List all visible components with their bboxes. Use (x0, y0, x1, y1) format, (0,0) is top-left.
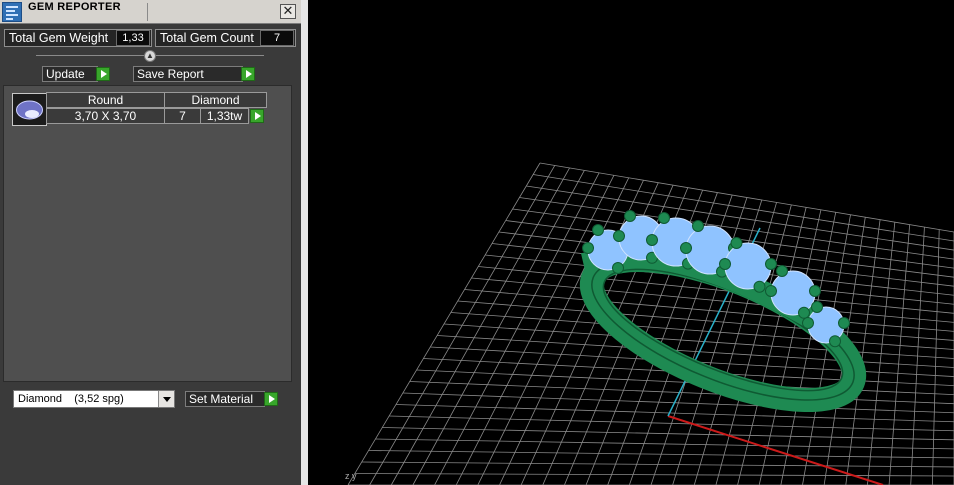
gem-list: Round Diamond 3,70 X 3,70 7 1,33tw (3, 85, 292, 382)
panel-divider[interactable] (301, 0, 308, 485)
gem-prong (765, 258, 777, 270)
gem-prong (692, 220, 704, 232)
gem-prong (798, 306, 810, 319)
ring-model (579, 210, 867, 412)
grid-line (389, 415, 954, 432)
gem-prong (730, 237, 743, 249)
update-go-icon[interactable] (96, 67, 110, 81)
chevron-down-icon[interactable] (158, 391, 174, 407)
gem-stone (724, 242, 772, 290)
gem-prong (646, 234, 658, 246)
gem-reporter-panel: GEM REPORTER ✕ Total Gem Weight 1,33 Tot… (0, 0, 301, 485)
gem-reporter-app-icon (2, 2, 22, 22)
gem-prong (811, 301, 823, 313)
gem-prong (680, 242, 692, 254)
gem-row-go-icon[interactable] (250, 109, 264, 123)
gem-prong (776, 265, 788, 277)
title-separator (147, 3, 148, 21)
ground-grid (347, 162, 954, 485)
title-bar: GEM REPORTER ✕ (0, 0, 301, 24)
grid-line (888, 224, 911, 485)
set-material-go-icon[interactable] (264, 392, 278, 406)
gem-prong (612, 262, 624, 274)
material-select-value: Diamond (3,52 spg) (18, 393, 124, 405)
window-title: GEM REPORTER (28, 1, 121, 13)
grid-line (382, 427, 954, 441)
viewport-canvas (347, 162, 954, 485)
gem-prong (809, 285, 821, 297)
material-select[interactable]: Diamond (3,52 spg) (13, 390, 175, 408)
gem-type-cell: Diamond (164, 92, 267, 108)
grid-line (409, 381, 954, 405)
grid-line (758, 209, 822, 485)
grid-line (368, 450, 954, 459)
gem-count-cell: 7 (164, 108, 201, 124)
gem-prong (753, 280, 766, 293)
set-material-button[interactable]: Set Material (185, 391, 265, 407)
gem-prong (838, 317, 850, 329)
gem-prong (592, 224, 604, 236)
gem-prong (829, 335, 841, 348)
round-gem-thumbnail-icon[interactable] (12, 93, 47, 126)
3d-viewport[interactable]: z y (308, 0, 954, 485)
gem-prong (658, 212, 670, 224)
gem-shape-cell: Round (46, 92, 165, 108)
save-report-button[interactable]: Save Report (133, 66, 243, 82)
gem-stone (770, 270, 816, 316)
gem-weight-cell: 1,33tw (200, 108, 249, 124)
grid-line (375, 438, 954, 450)
gem-prong (624, 210, 636, 222)
total-gem-weight-value: 1,33 (116, 30, 150, 46)
gem-prong (582, 242, 594, 254)
total-gem-count-value: 7 (260, 30, 294, 46)
axis-triad-label: z y (345, 471, 357, 481)
close-icon[interactable]: ✕ (280, 4, 296, 19)
gem-prong (765, 285, 777, 297)
gem-prong (802, 317, 814, 329)
grid-line (867, 222, 896, 485)
gem-size-cell: 3,70 X 3,70 (46, 108, 165, 124)
update-button[interactable]: Update (42, 66, 98, 82)
gem-prong (613, 230, 625, 242)
grid-line (361, 461, 954, 468)
save-report-go-icon[interactable] (241, 67, 255, 81)
panel-splitter-handle[interactable]: ▲ (144, 50, 156, 62)
gem-prong (719, 258, 731, 270)
